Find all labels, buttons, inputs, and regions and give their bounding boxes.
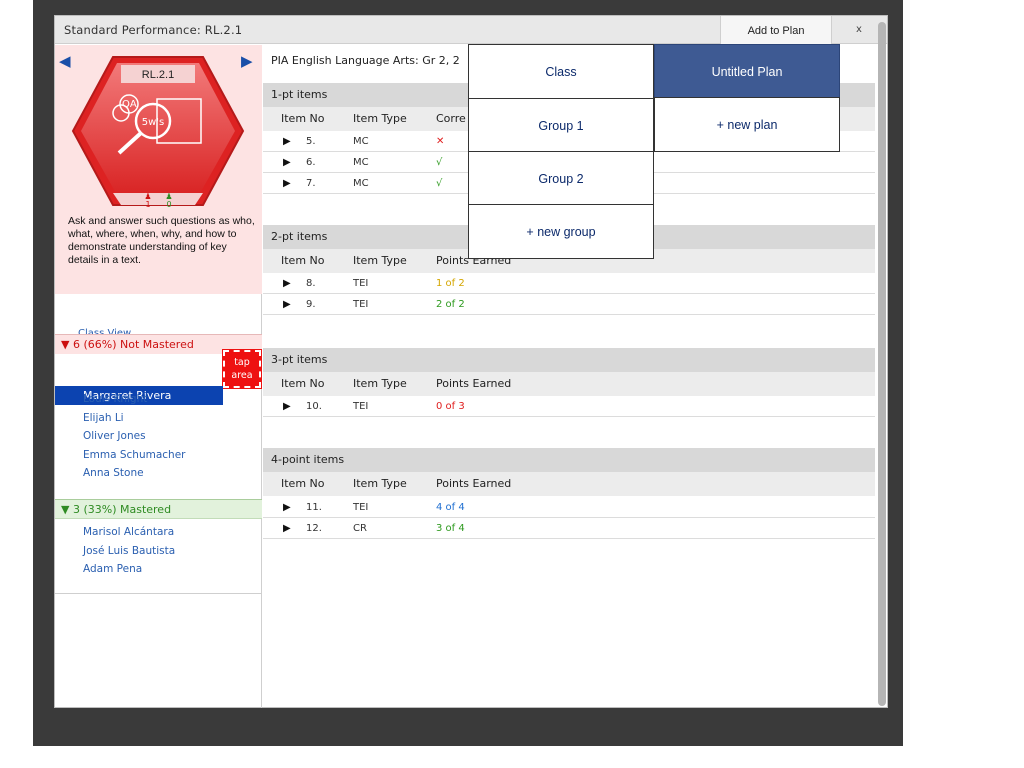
result-correct-icon: √ [436,178,443,189]
points-earned: 0 of 3 [436,401,465,412]
magnifier-text: 5w's [142,117,165,128]
group-option-group-2[interactable]: Group 2 [468,151,654,205]
table-row[interactable]: ▶ 11. TEI 4 of 4 [263,497,875,518]
section-header-3pt: 3-pt items [263,348,875,372]
student-item[interactable]: Emma Schumacher [83,449,185,461]
column-header-row: Item No Item Type Points Earned [263,372,875,396]
result-incorrect-icon: ✕ [436,136,445,147]
mastered-group-header[interactable]: ▼ 3 (33%) Mastered [55,499,262,519]
item-no: 12. [306,523,322,534]
item-no: 7. [306,178,316,189]
col-item-type: Item Type [353,254,407,267]
item-no: 5. [306,136,316,147]
item-type: CR [353,523,367,534]
student-item[interactable]: Louis Knight [83,393,147,405]
standard-description: Ask and answer such questions as who, wh… [68,215,255,266]
col-item-no: Item No [281,254,325,267]
expand-triangle-icon[interactable]: ▶ [283,294,291,315]
points-earned: 3 of 4 [436,523,465,534]
student-item[interactable]: José Luis Bautista [83,545,175,557]
add-to-plan-button[interactable]: Add to Plan [720,16,832,44]
column-header-row: Item No Item Type Points Earned [263,472,875,496]
expand-triangle-icon[interactable]: ▶ [283,497,291,518]
points-earned: 4 of 4 [436,502,465,513]
group-option-class[interactable]: Class [468,44,654,99]
item-type: TEI [353,299,369,310]
window-title: Standard Performance: RL.2.1 [64,23,243,37]
item-type: MC [353,157,369,168]
expand-triangle-icon[interactable]: ▶ [283,518,291,539]
col-item-no: Item No [281,477,325,490]
col-correct: Corre [436,112,466,125]
item-type: TEI [353,278,369,289]
student-item[interactable]: Oliver Jones [83,430,146,442]
tap-area-marker: tap area [222,349,262,389]
col-item-no: Item No [281,112,325,125]
item-no: 9. [306,299,316,310]
item-no: 8. [306,278,316,289]
expand-triangle-icon[interactable]: ▶ [283,173,291,194]
expand-triangle-icon[interactable]: ▶ [283,396,291,417]
new-group-option[interactable]: + new group [468,204,654,259]
expand-triangle-icon[interactable]: ▶ [283,152,291,173]
not-mastered-count: 1 [145,200,150,207]
divider [55,593,262,594]
standard-card: ◀ ▶ RL.2.1 QA 5w's ♟ ♟ 1 0 Ask and answe… [55,45,262,294]
mastered-count: 0 [166,200,171,207]
standard-code: RL.2.1 [142,69,174,81]
points-earned: 2 of 2 [436,299,465,310]
col-points-earned: Points Earned [436,477,512,490]
expand-triangle-icon[interactable]: ▶ [283,273,291,294]
left-pane: ◀ ▶ RL.2.1 QA 5w's ♟ ♟ 1 0 Ask and answe… [55,45,262,708]
group-option-group-1[interactable]: Group 1 [468,98,654,152]
item-type: MC [353,178,369,189]
student-item[interactable]: Adam Pena [83,563,142,575]
item-type: TEI [353,401,369,412]
plan-option-untitled-selected[interactable]: Untitled Plan [654,44,840,98]
item-no: 11. [306,502,322,513]
table-row[interactable]: ▶ 10. TEI 0 of 3 [263,396,875,417]
scrollbar-thumb[interactable] [878,22,886,706]
vertical-scrollbar[interactable] [878,22,886,706]
student-item[interactable]: Anna Stone [83,467,144,479]
standard-hexagon-icon: RL.2.1 QA 5w's ♟ ♟ 1 0 [71,56,245,207]
student-item[interactable]: Marisol Alcántara [83,526,174,538]
expand-triangle-icon[interactable]: ▶ [283,131,291,152]
item-no: 10. [306,401,322,412]
table-row[interactable]: ▶ 8. TEI 1 of 2 [263,273,875,294]
table-row[interactable]: ▶ 9. TEI 2 of 2 [263,294,875,315]
student-item[interactable]: Elijah Li [83,412,124,424]
col-item-type: Item Type [353,477,407,490]
result-correct-icon: √ [436,157,443,168]
table-row[interactable]: ▶ 12. CR 3 of 4 [263,518,875,539]
qa-letters: QA [122,99,137,110]
section-header-4pt: 4-point items [263,448,875,472]
col-item-no: Item No [281,377,325,390]
col-points-earned: Points Earned [436,377,512,390]
close-button[interactable]: x [852,16,866,44]
test-title: PIA English Language Arts: Gr 2, 2 [271,54,460,67]
item-type: MC [353,136,369,147]
item-type: TEI [353,502,369,513]
item-no: 6. [306,157,316,168]
col-item-type: Item Type [353,112,407,125]
add-to-plan-dropdown: Class Group 1 Group 2 + new group Untitl… [468,44,840,259]
title-bar: Standard Performance: RL.2.1 Add to Plan… [55,16,887,44]
col-item-type: Item Type [353,377,407,390]
points-earned: 1 of 2 [436,278,465,289]
new-plan-option[interactable]: + new plan [654,97,840,152]
